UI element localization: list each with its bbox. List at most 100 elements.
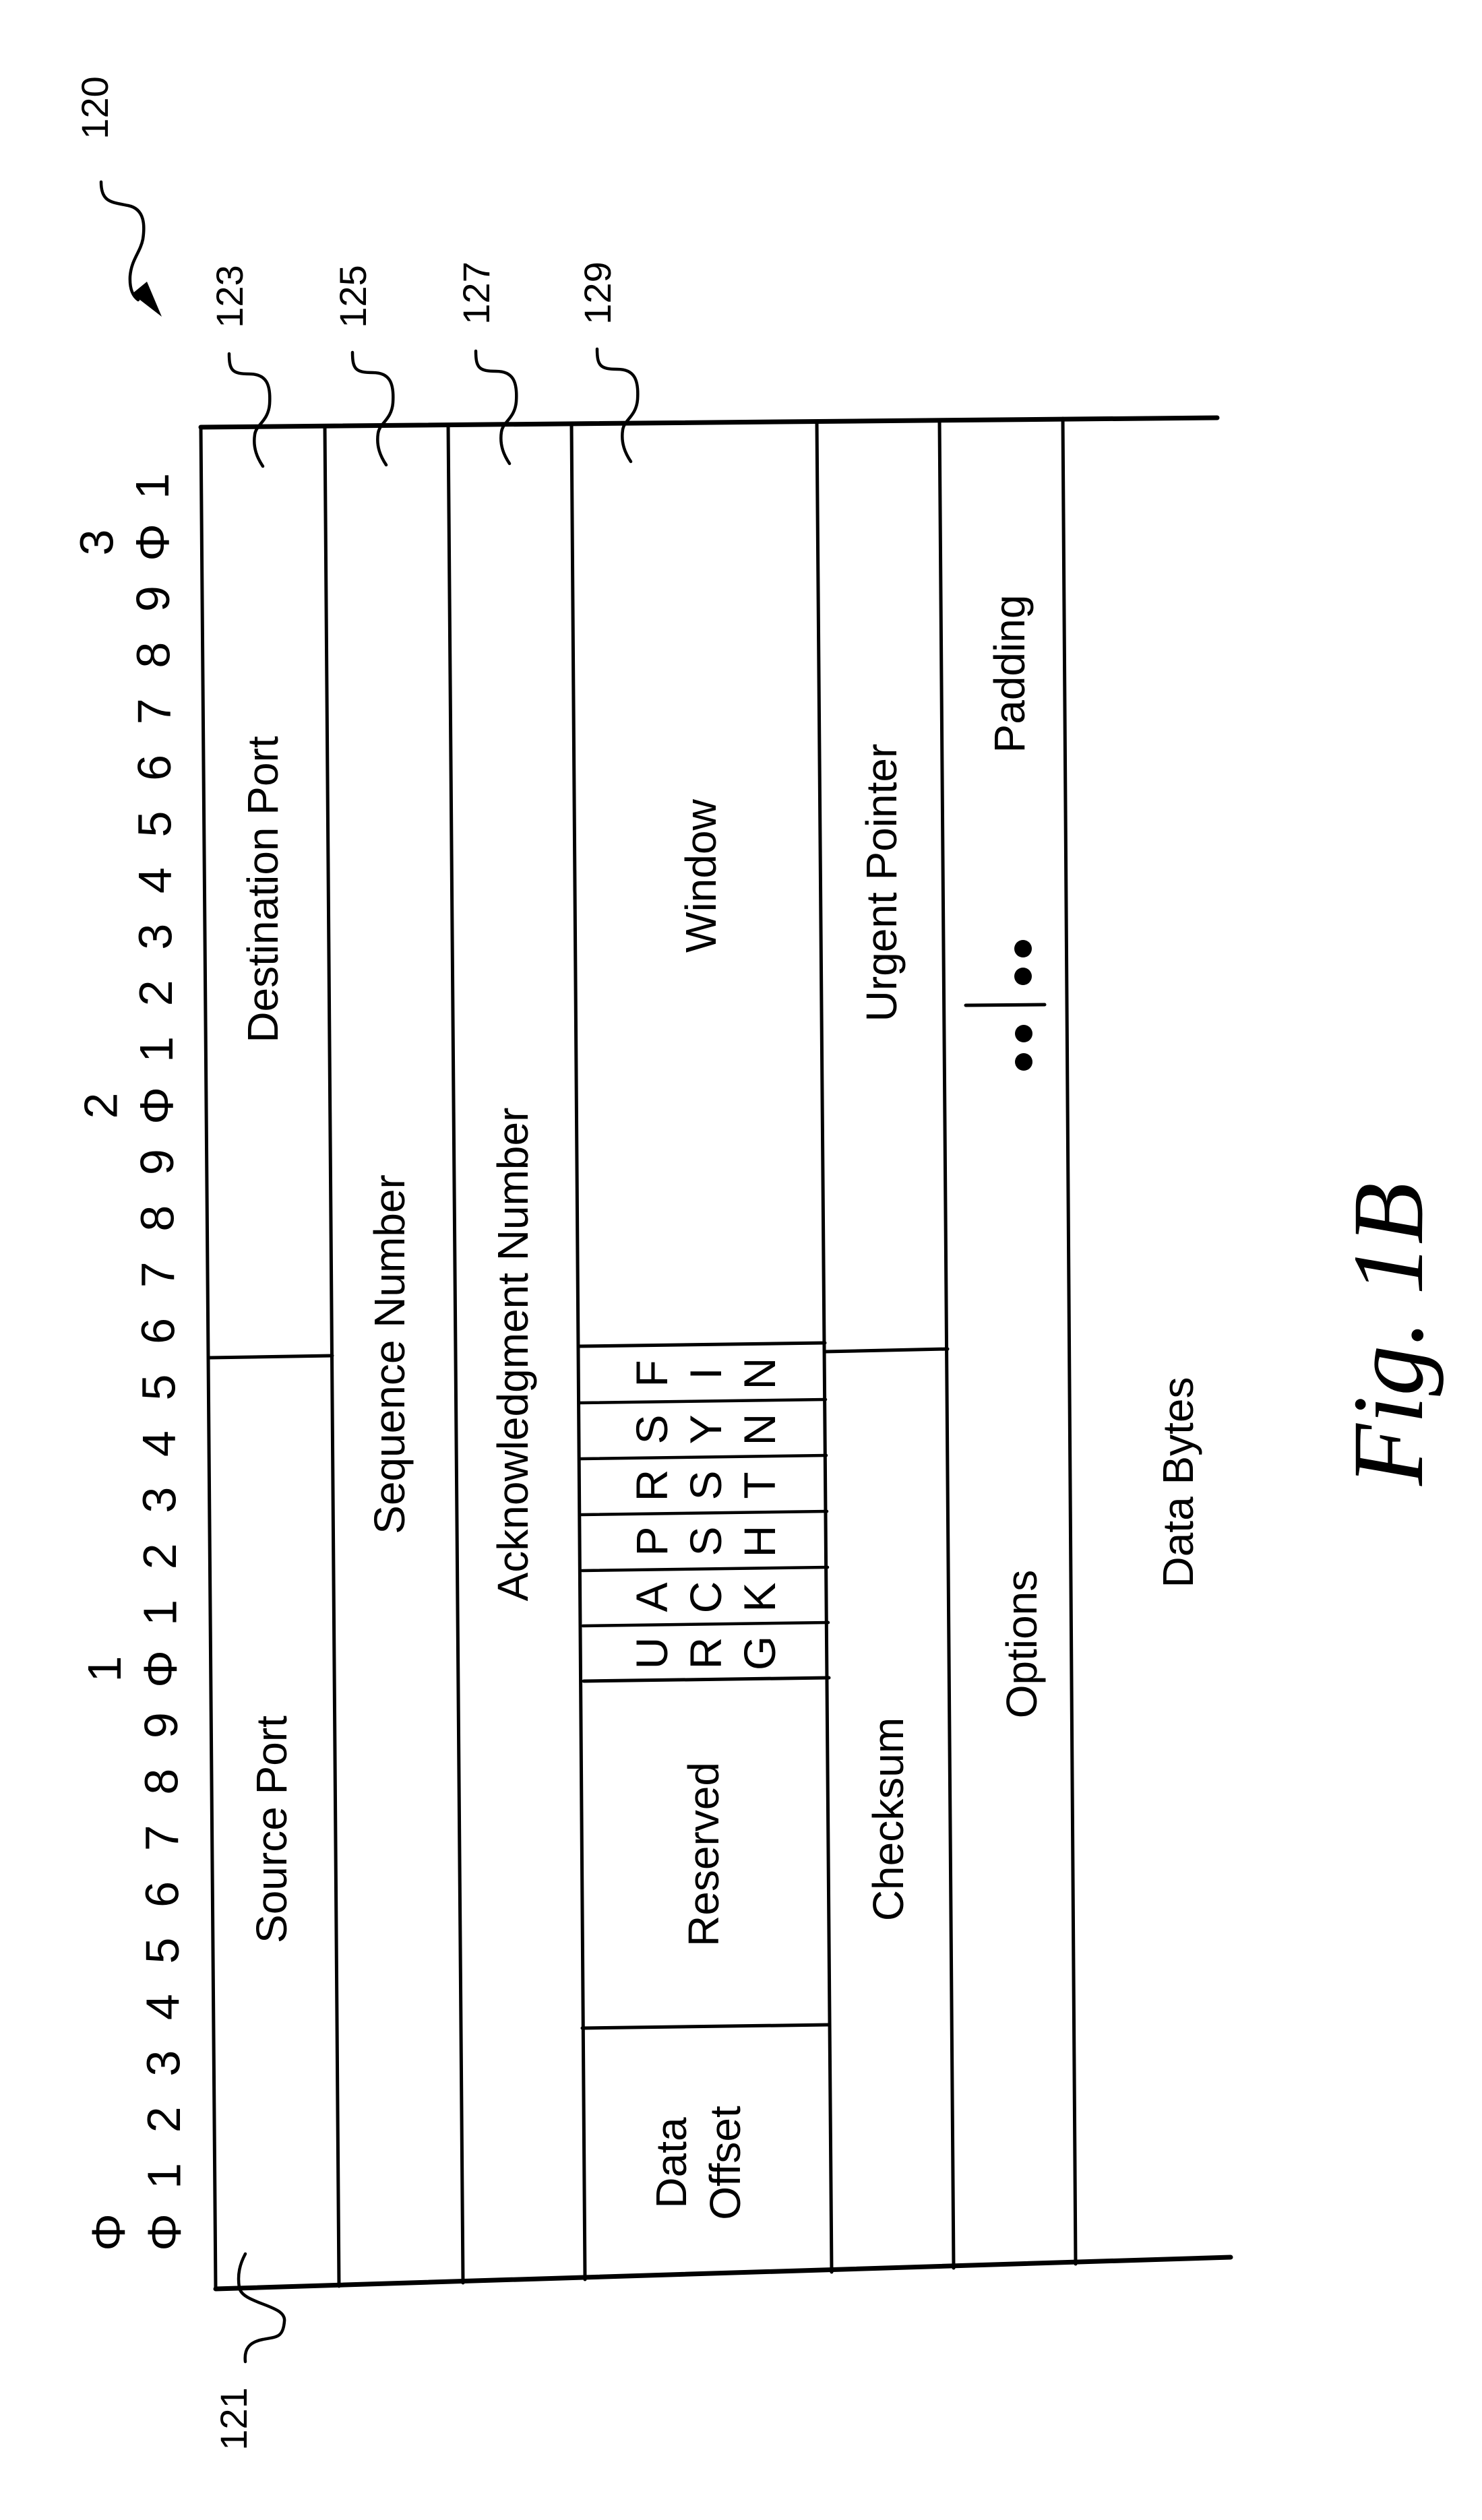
bit-number: 6 <box>128 755 181 781</box>
label-options: Options <box>997 1570 1046 1719</box>
label-data-bytes: Data Bytes <box>1154 1377 1202 1587</box>
flag-letter-fin: N <box>735 1358 784 1390</box>
separator-dot <box>1014 940 1032 957</box>
flag-letter-rst: S <box>681 1470 731 1500</box>
bit-number: 3 <box>129 924 182 950</box>
row-divider-4 <box>815 419 834 2274</box>
leader-123 <box>227 352 272 468</box>
options-padding-separator <box>964 940 1047 1071</box>
separator-dot <box>1015 1025 1032 1042</box>
bit-number: 3 <box>137 2050 189 2077</box>
leader-129 <box>595 347 640 464</box>
ref-129: 129 <box>576 261 619 324</box>
flag-letter-psh: P <box>627 1526 677 1556</box>
bit-number: 8 <box>127 642 180 668</box>
leader-125 <box>350 350 395 467</box>
bit-number: 4 <box>129 867 181 893</box>
row-divider-3 <box>569 421 587 2281</box>
ref-120: 120 <box>73 76 116 139</box>
label-acknowledgment-number: Acknowledgment Number <box>489 1108 537 1602</box>
flag-letter-syn: S <box>627 1414 677 1444</box>
ref-121: 121 <box>212 2387 255 2450</box>
flag-sep-fin-syn <box>578 1397 828 1405</box>
flag-letter-fin: I <box>681 1367 731 1379</box>
label-destination-port: Destination Port <box>239 736 287 1043</box>
flag-letter-ack: A <box>627 1582 677 1612</box>
separator-dot <box>1015 1053 1032 1071</box>
flag-letter-psh: H <box>735 1525 784 1558</box>
ref-125: 125 <box>332 265 374 327</box>
flag-sep-rst-psh <box>580 1509 829 1517</box>
flag-letter-rst: T <box>735 1472 784 1499</box>
bit-number: 7 <box>135 1825 188 1851</box>
bit-number: 1 <box>134 1600 187 1626</box>
label-reserved: Reserved <box>679 1762 728 1947</box>
bit-number: 7 <box>127 698 180 724</box>
bit-number-tens: 1 <box>78 1656 131 1682</box>
flag-sep-ack-urg <box>581 1620 830 1628</box>
urgent-checksum-boundary <box>823 1347 950 1354</box>
label-source-port: Source Port <box>247 1715 296 1943</box>
ref-123: 123 <box>208 265 251 327</box>
flag-letter-urg: R <box>681 1637 731 1670</box>
flags-reserved-boundary <box>582 1676 831 1683</box>
flag-letter-fin: F <box>627 1360 677 1387</box>
tcp-header-diagram: Destination Port Source Port Sequence Nu… <box>71 76 1444 2450</box>
bit-number: 4 <box>133 1430 185 1457</box>
bit-number: 1 <box>130 1036 183 1063</box>
leader-120 <box>99 180 146 302</box>
reserved-dataoffset-boundary <box>580 2023 831 2030</box>
bit-number: 9 <box>127 586 179 612</box>
bit-number: 9 <box>131 1149 183 1175</box>
flag-sep-syn-rst <box>579 1453 828 1461</box>
bit-number: 5 <box>136 1938 189 1964</box>
bit-number: 4 <box>137 1994 189 2020</box>
flag-letter-psh: S <box>681 1526 731 1556</box>
window-flags-boundary <box>578 1341 827 1348</box>
source-dest-boundary <box>208 1354 334 1360</box>
bit-number: 9 <box>135 1712 187 1738</box>
bit-number: 1 <box>137 2163 190 2189</box>
flag-letter-rst: R <box>627 1470 677 1502</box>
bit-number: Φ <box>130 1087 183 1125</box>
bottom-border <box>213 2255 1233 2292</box>
bit-ruler: Φ123456789Φ123456789Φ123456789Φ1Φ123 <box>71 473 191 2251</box>
ref-127: 127 <box>455 261 497 324</box>
flag-letter-ack: C <box>681 1581 731 1614</box>
label-urgent-pointer: Urgent Pointer <box>857 744 906 1022</box>
header-frame <box>198 415 1233 2292</box>
bit-number: 2 <box>137 2106 190 2133</box>
flag-letter-urg: U <box>627 1637 677 1670</box>
row-divider-6 <box>1061 416 1078 2266</box>
separator-dot <box>1014 968 1032 985</box>
bit-number-tens: 3 <box>71 530 123 556</box>
row-dividers <box>323 416 1078 2288</box>
flag-sep-psh-ack <box>580 1565 830 1573</box>
bit-number: 2 <box>129 980 182 1006</box>
label-data-offset-1: Data <box>647 2117 696 2209</box>
label-window: Window <box>677 798 725 952</box>
bit-number-tens: Φ <box>82 2213 135 2251</box>
label-sequence-number: Sequence Number <box>365 1174 414 1534</box>
bit-number: 3 <box>133 1487 185 1513</box>
flag-letter-urg: G <box>735 1636 784 1670</box>
bit-number: 6 <box>136 1881 189 1908</box>
bit-number: Φ <box>134 1650 187 1688</box>
row-divider-2 <box>446 422 465 2285</box>
flag-letter-ack: K <box>735 1582 784 1612</box>
top-border <box>198 415 1220 430</box>
field-labels: Destination Port Source Port Sequence Nu… <box>239 595 1202 2220</box>
flag-letter-syn: Y <box>681 1414 731 1444</box>
leader-127 <box>474 349 518 466</box>
row-divider-5 <box>937 418 956 2270</box>
bit-number: 5 <box>128 811 181 838</box>
bit-number: 8 <box>131 1205 184 1232</box>
bit-number: 2 <box>133 1543 186 1569</box>
label-padding: Padding <box>985 595 1034 753</box>
leader-121 <box>237 2252 286 2364</box>
bit-number: 1 <box>126 473 179 499</box>
bit-number: 5 <box>132 1375 185 1401</box>
flag-letter-syn: N <box>735 1414 784 1446</box>
bit-number: Φ <box>138 2213 191 2251</box>
figure-label: Fig. 1B <box>1332 1183 1444 1486</box>
